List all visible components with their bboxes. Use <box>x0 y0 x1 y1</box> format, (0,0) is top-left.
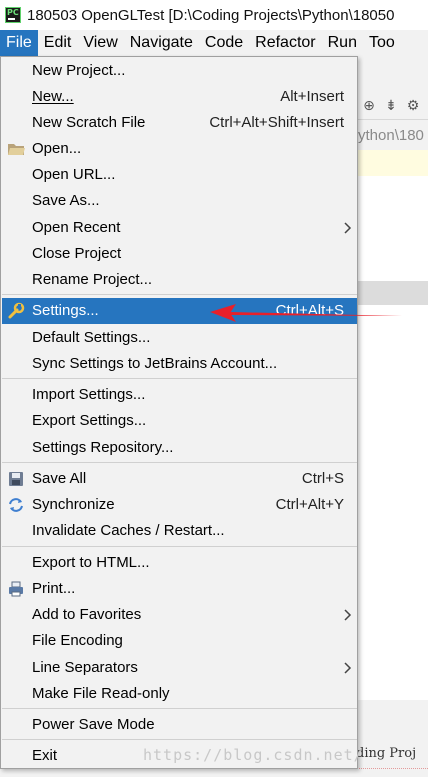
menu-item-export-html[interactable]: Export to HTML... <box>2 550 357 576</box>
menu-item-open-url[interactable]: Open URL... <box>2 162 357 188</box>
menu-separator <box>2 462 357 463</box>
menu-item-close-project[interactable]: Close Project <box>2 241 357 267</box>
annotation-arrow-icon <box>210 304 402 322</box>
menu-item-invalidate-caches[interactable]: Invalidate Caches / Restart... <box>2 518 357 544</box>
menu-code[interactable]: Code <box>199 30 249 56</box>
menu-bar: File Edit View Navigate Code Refactor Ru… <box>0 30 428 56</box>
menu-refactor[interactable]: Refactor <box>249 30 321 56</box>
project-tree-area <box>356 176 428 281</box>
menu-item-default-settings[interactable]: Default Settings... <box>2 325 357 351</box>
menu-item-new[interactable]: New... Alt+Insert <box>2 84 357 110</box>
submenu-arrow-icon <box>344 222 352 234</box>
menu-item-save-all[interactable]: Save All Ctrl+S <box>2 466 357 492</box>
file-menu-dropdown: New Project... New... Alt+Insert New Scr… <box>0 56 358 769</box>
watermark: https://blog.csdn.net/ <box>143 746 364 764</box>
project-toolbar: ⊕ ⇟ ⚙ <box>356 90 428 120</box>
wrench-icon <box>8 302 25 319</box>
menu-item-new-scratch-file[interactable]: New Scratch File Ctrl+Alt+Shift+Insert <box>2 110 357 136</box>
menu-item-synchronize[interactable]: Synchronize Ctrl+Alt+Y <box>2 492 357 518</box>
sync-icon <box>9 498 23 512</box>
menu-item-power-save-mode[interactable]: Power Save Mode <box>2 712 357 738</box>
menu-navigate[interactable]: Navigate <box>124 30 199 56</box>
menu-item-settings-repository[interactable]: Settings Repository... <box>2 435 357 461</box>
menu-item-new-project[interactable]: New Project... <box>2 58 357 84</box>
menu-item-add-to-favorites[interactable]: Add to Favorites <box>2 602 357 628</box>
menu-item-open[interactable]: Open... <box>2 136 357 162</box>
menu-item-make-read-only[interactable]: Make File Read-only <box>2 681 357 707</box>
menu-separator <box>2 294 357 295</box>
highlighted-line <box>356 150 428 176</box>
folder-icon <box>8 144 25 155</box>
menu-item-export-settings[interactable]: Export Settings... <box>2 408 357 434</box>
menu-item-import-settings[interactable]: Import Settings... <box>2 382 357 408</box>
gear-icon[interactable]: ⚙ <box>406 98 420 112</box>
menu-item-sync-settings[interactable]: Sync Settings to JetBrains Account... <box>2 351 357 377</box>
menu-separator <box>2 546 357 547</box>
window-title-bar: PC 180503 OpenGLTest [D:\Coding Projects… <box>0 0 428 30</box>
menu-tools[interactable]: Too <box>363 30 401 56</box>
menu-separator <box>2 378 357 379</box>
menu-item-print[interactable]: Print... <box>2 576 357 602</box>
locate-icon[interactable]: ⊕ <box>362 98 376 112</box>
submenu-arrow-icon <box>344 662 352 674</box>
menu-run[interactable]: Run <box>322 30 363 56</box>
console-text: ding Proj <box>356 746 417 761</box>
collapse-icon[interactable]: ⇟ <box>384 98 398 112</box>
menu-item-line-separators[interactable]: Line Separators <box>2 655 357 681</box>
console-error-line <box>80 768 428 777</box>
menu-item-open-recent[interactable]: Open Recent <box>2 215 357 241</box>
menu-item-file-encoding[interactable]: File Encoding <box>2 628 357 654</box>
window-title: 180503 OpenGLTest [D:\Coding Projects\Py… <box>27 6 395 24</box>
menu-separator <box>2 739 357 740</box>
menu-separator <box>2 708 357 709</box>
project-path: ython\180 <box>358 127 424 144</box>
menu-edit[interactable]: Edit <box>38 30 78 56</box>
menu-view[interactable]: View <box>77 30 123 56</box>
editor-area <box>356 305 428 700</box>
menu-file[interactable]: File <box>0 30 38 56</box>
pycharm-logo-icon: PC <box>5 7 21 23</box>
menu-item-rename-project[interactable]: Rename Project... <box>2 267 357 293</box>
submenu-arrow-icon <box>344 609 352 621</box>
menu-item-save-as[interactable]: Save As... <box>2 188 357 214</box>
printer-icon <box>9 581 23 597</box>
save-icon <box>9 472 23 486</box>
